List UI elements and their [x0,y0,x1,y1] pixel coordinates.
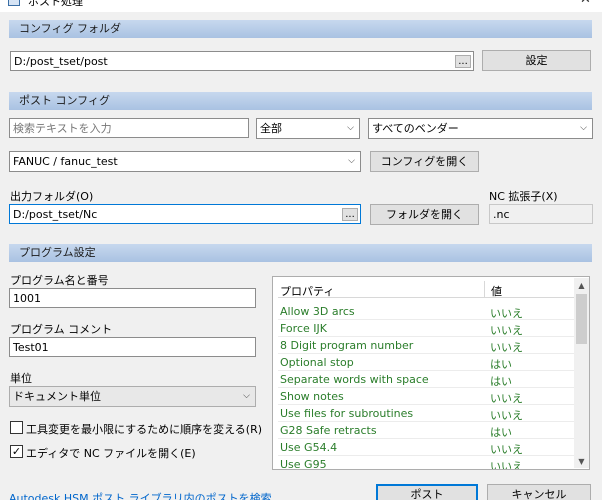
property-name: Optional stop [280,356,354,369]
search-placeholder: 検索テキストを入力 [13,122,112,135]
property-value[interactable]: はい [490,356,512,372]
output-folder-field[interactable]: D:/post_tset/Nc [9,204,361,224]
program-comment-field[interactable]: Test01 [9,337,256,357]
check-icon: ✓ [11,445,22,458]
program-name-label: プログラム名と番号 [10,274,109,287]
property-grid-header: プロパティ 値 [278,281,574,298]
scroll-down-icon[interactable]: ▼ [574,454,589,469]
minimize-tool-change-checkbox[interactable] [10,421,23,434]
property-value[interactable]: いいえ [490,339,523,355]
set-config-folder-button[interactable]: 設定 [482,50,591,71]
open-in-editor-checkbox[interactable]: ✓ [10,445,23,458]
open-in-editor-label[interactable]: エディタで NC ファイルを開く(E) [26,445,196,461]
value-column-header[interactable]: 値 [491,283,502,299]
program-name-field[interactable]: 1001 [9,288,256,308]
property-row[interactable]: Force IJK いいえ [278,320,574,337]
program-comment-value: Test01 [13,341,49,354]
property-name: Force IJK [280,322,327,335]
property-name: G28 Safe retracts [280,424,377,437]
scroll-thumb[interactable] [576,294,587,344]
property-value[interactable]: いいえ [490,441,523,457]
section-header-program-settings: プログラム設定 [9,244,592,262]
property-row[interactable]: Allow 3D arcs いいえ [278,303,574,320]
column-divider [484,281,485,298]
property-column-header[interactable]: プロパティ [280,283,334,299]
cancel-button[interactable]: キャンセル [487,484,591,500]
property-value[interactable]: いいえ [490,305,523,321]
filter-dropdown-value: 全部 [260,122,282,135]
property-row[interactable]: G28 Safe retracts はい [278,422,574,439]
property-name: Use files for subroutines [280,407,414,420]
property-row[interactable]: 8 Digit program number いいえ [278,337,574,354]
open-config-button[interactable]: コンフィグを開く [370,151,479,172]
chevron-down-icon: ⌵ [243,391,250,401]
title-bar: ポスト処理 ✕ [0,0,602,12]
section-header-config-folder: コンフィグ フォルダ [9,20,592,38]
filter-dropdown[interactable]: 全部 ⌵ [256,118,360,139]
property-row[interactable]: Optional stop はい [278,354,574,371]
property-row[interactable]: Show notes いいえ [278,388,574,405]
property-name: Use G95 [280,458,327,470]
program-comment-label: プログラム コメント [10,323,113,336]
unit-dropdown[interactable]: ドキュメント単位 ⌵ [9,386,256,407]
property-value[interactable]: いいえ [490,458,523,469]
property-grid-scrollbar[interactable]: ▲ ▼ [574,278,589,468]
property-row[interactable]: Use files for subroutines いいえ [278,405,574,422]
open-folder-button[interactable]: フォルダを開く [370,204,479,225]
window-title: ポスト処理 [28,0,83,8]
output-folder-label: 出力フォルダ(O) [10,190,94,203]
property-row[interactable]: Separate words with space はい [278,371,574,388]
minimize-tool-change-label[interactable]: 工具変更を最小限にするために順序を変える(R) [26,421,262,437]
chevron-down-icon: ⌵ [580,123,587,133]
property-value[interactable]: はい [490,424,512,440]
close-icon[interactable]: ✕ [580,0,591,7]
property-value[interactable]: はい [490,373,512,389]
post-dropdown-value: FANUC / fanuc_test [13,155,118,168]
property-name: Show notes [280,390,344,403]
property-value[interactable]: いいえ [490,322,523,338]
chevron-down-icon: ⌵ [348,156,355,166]
section-header-post-config: ポスト コンフィグ [9,92,592,110]
app-icon [8,0,20,6]
nc-extension-value: .nc [493,208,510,221]
program-name-value: 1001 [13,292,41,305]
nc-extension-field[interactable]: .nc [489,204,593,224]
unit-dropdown-value: ドキュメント単位 [13,390,101,403]
nc-extension-label: NC 拡張子(X) [489,190,558,203]
output-folder-browse-button[interactable]: ... [342,208,358,221]
property-value[interactable]: いいえ [490,407,523,423]
property-value[interactable]: いいえ [490,390,523,406]
chevron-down-icon: ⌵ [347,123,354,133]
find-posts-link[interactable]: Autodesk HSM ポスト ライブラリ内のポストを検索 [9,490,272,500]
config-folder-path-text: D:/post_tset/post [14,55,108,68]
post-button[interactable]: ポスト [376,484,478,500]
vendor-dropdown-value: すべてのベンダー [372,122,459,135]
property-name: Use G54.4 [280,441,338,454]
scroll-up-icon[interactable]: ▲ [574,278,589,293]
unit-label: 単位 [10,372,32,385]
property-row[interactable]: Use G54.4 いいえ [278,439,574,456]
output-folder-path-text: D:/post_tset/Nc [13,208,98,221]
property-row[interactable]: Use G95 いいえ [278,456,574,470]
property-grid[interactable]: プロパティ 値 Allow 3D arcs いいえ Force IJK いいえ 8 Di… [272,276,590,470]
vendor-dropdown[interactable]: すべてのベンダー ⌵ [368,118,593,139]
search-input[interactable]: 検索テキストを入力 [9,118,249,138]
property-name: 8 Digit program number [280,339,414,352]
config-folder-browse-button[interactable]: ... [455,55,471,68]
post-dropdown[interactable]: FANUC / fanuc_test ⌵ [9,151,361,172]
config-folder-path-field[interactable]: D:/post_tset/post [10,51,474,71]
property-name: Separate words with space [280,373,429,386]
property-name: Allow 3D arcs [280,305,355,318]
